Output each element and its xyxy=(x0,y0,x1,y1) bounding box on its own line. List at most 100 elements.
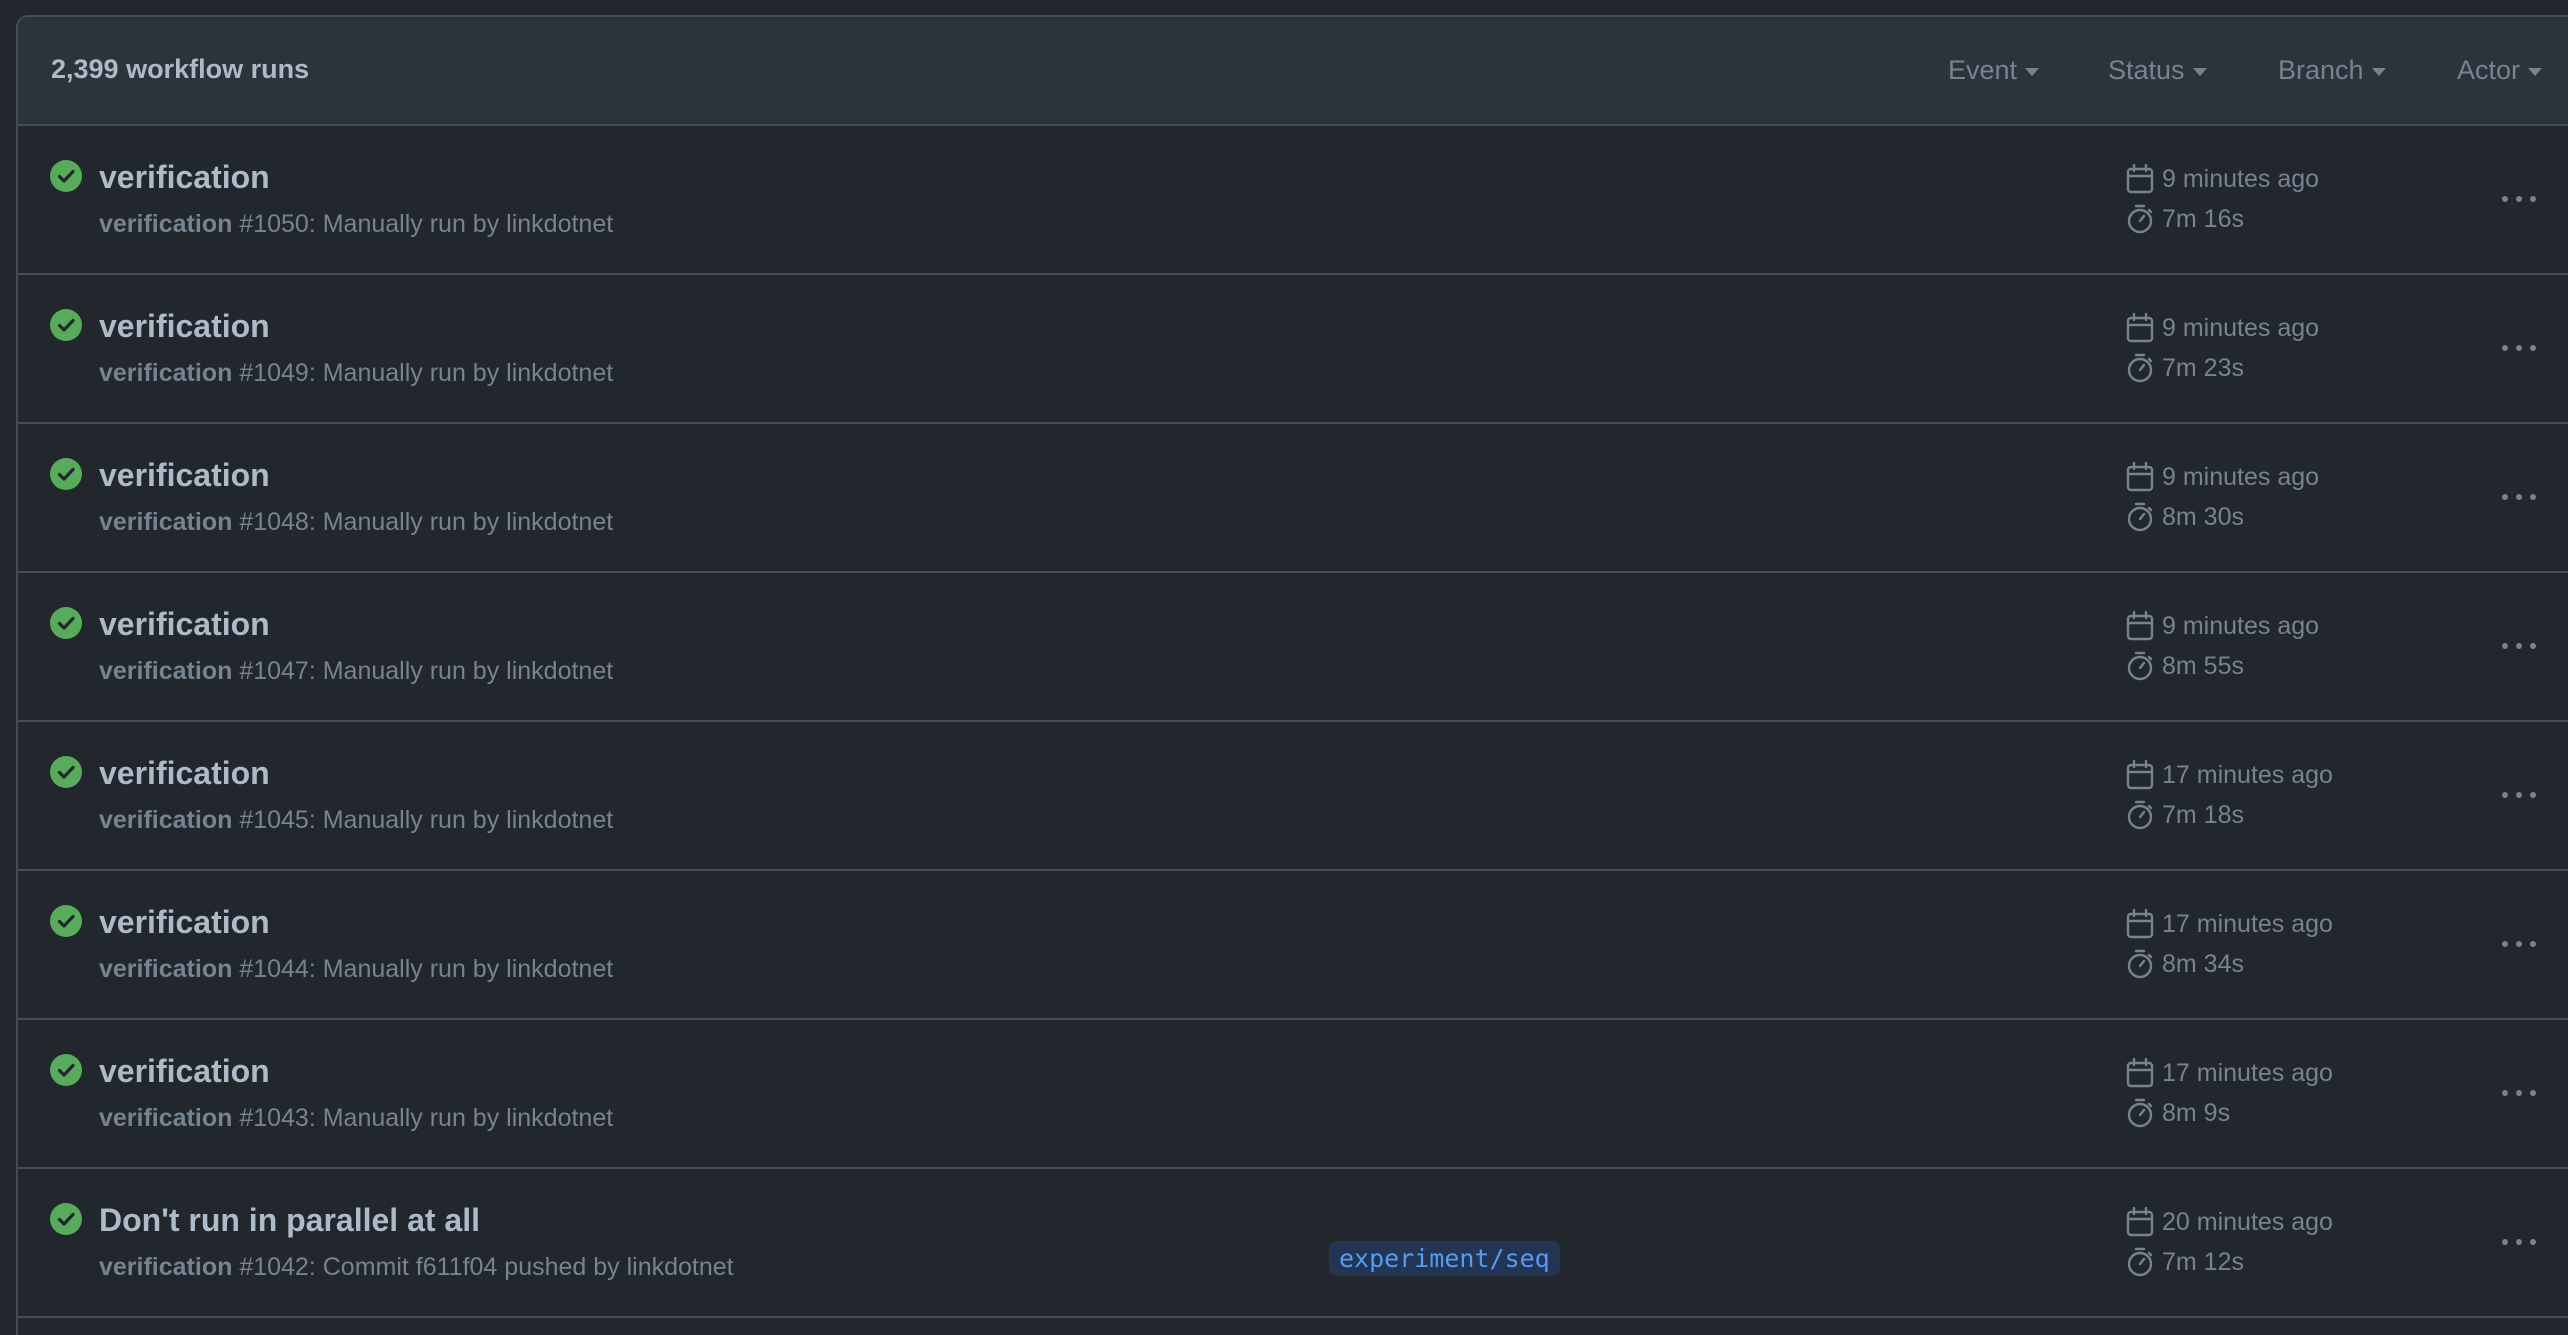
branch-filter-label: Branch xyxy=(2278,55,2364,85)
workflow-run-row[interactable]: verification verification #1048: Manuall… xyxy=(18,424,2568,573)
run-time: 17 minutes ago xyxy=(2126,760,2333,790)
caret-down-icon xyxy=(2192,67,2207,76)
run-detail: #1044: Manually run by linkdotnet xyxy=(232,955,614,983)
run-duration: 8m 30s xyxy=(2126,502,2244,532)
check-circle-icon xyxy=(50,607,82,639)
run-title[interactable]: verification xyxy=(99,457,270,494)
run-workflow-name: verification xyxy=(99,508,233,536)
stopwatch-icon xyxy=(2127,1098,2153,1128)
more-options-icon[interactable] xyxy=(2502,780,2536,810)
stopwatch-icon xyxy=(2127,502,2153,532)
run-workflow-name: verification xyxy=(99,359,233,387)
calendar-icon xyxy=(2126,760,2154,790)
run-duration: 7m 16s xyxy=(2126,204,2244,234)
workflow-run-row[interactable]: Don't run in parallel at all verificatio… xyxy=(18,1169,2568,1318)
run-time: 9 minutes ago xyxy=(2126,313,2319,343)
run-duration: 7m 18s xyxy=(2126,800,2244,830)
calendar-icon xyxy=(2126,1058,2154,1088)
more-options-icon[interactable] xyxy=(2502,184,2536,214)
status-filter[interactable]: Status xyxy=(2108,55,2207,86)
run-subtitle: verification #1045: Manually run by link… xyxy=(99,806,613,835)
workflow-runs-panel: 2,399 workflow runs Event Status Branch … xyxy=(16,15,2568,1335)
more-options-icon[interactable] xyxy=(2502,482,2536,512)
run-time-text: 17 minutes ago xyxy=(2162,1058,2333,1087)
run-duration-text: 7m 23s xyxy=(2162,353,2244,382)
run-time-text: 9 minutes ago xyxy=(2162,611,2320,640)
branch-filter[interactable]: Branch xyxy=(2278,55,2386,86)
branch-tag[interactable]: experiment/seq xyxy=(1329,1241,1560,1276)
run-workflow-name: verification xyxy=(99,657,233,685)
run-title[interactable]: verification xyxy=(99,159,270,196)
run-count: 2,399 workflow runs xyxy=(51,54,310,84)
stopwatch-icon xyxy=(2127,651,2153,681)
runs-header: 2,399 workflow runs Event Status Branch … xyxy=(18,17,2568,126)
more-options-icon[interactable] xyxy=(2502,631,2536,661)
run-duration: 8m 34s xyxy=(2126,949,2244,979)
workflow-run-row[interactable]: verification verification #1047: Manuall… xyxy=(18,573,2568,722)
workflow-run-row[interactable]: verification verification #1049: Manuall… xyxy=(18,275,2568,424)
run-title[interactable]: verification xyxy=(99,308,270,345)
run-duration-text: 8m 9s xyxy=(2162,1098,2231,1127)
workflow-run-row[interactable]: verification verification #1050: Manuall… xyxy=(18,126,2568,275)
run-time: 20 minutes ago xyxy=(2126,1207,2333,1237)
check-circle-icon xyxy=(50,309,82,341)
calendar-icon xyxy=(2126,313,2154,343)
run-detail: #1043: Manually run by linkdotnet xyxy=(232,1104,614,1132)
more-options-icon[interactable] xyxy=(2502,1078,2536,1108)
run-time: 9 minutes ago xyxy=(2126,164,2319,194)
run-time-text: 17 minutes ago xyxy=(2162,760,2333,789)
event-filter[interactable]: Event xyxy=(1948,55,2040,86)
workflow-run-row[interactable]: verification verification #1043: Manuall… xyxy=(18,1020,2568,1169)
run-detail: #1047: Manually run by linkdotnet xyxy=(232,657,614,685)
run-time-text: 9 minutes ago xyxy=(2162,164,2320,193)
run-detail: #1042: Commit f611f04 pushed by linkdotn… xyxy=(232,1253,734,1281)
stopwatch-icon xyxy=(2127,353,2153,383)
run-title[interactable]: verification xyxy=(99,755,270,792)
event-filter-label: Event xyxy=(1948,55,2018,85)
actor-filter[interactable]: Actor xyxy=(2457,55,2543,86)
workflow-run-row[interactable]: verification verification #1044: Manuall… xyxy=(18,871,2568,1020)
more-options-icon[interactable] xyxy=(2502,333,2536,363)
more-options-icon[interactable] xyxy=(2502,1227,2536,1257)
check-circle-icon xyxy=(50,458,82,490)
run-duration: 7m 12s xyxy=(2126,1247,2244,1277)
run-workflow-name: verification xyxy=(99,1253,233,1281)
check-circle-icon xyxy=(50,1203,82,1235)
run-title[interactable]: verification xyxy=(99,904,270,941)
calendar-icon xyxy=(2126,909,2154,939)
calendar-icon xyxy=(2126,164,2154,194)
run-detail: #1045: Manually run by linkdotnet xyxy=(232,806,614,834)
more-options-icon[interactable] xyxy=(2502,929,2536,959)
run-time-text: 9 minutes ago xyxy=(2162,313,2320,342)
run-title[interactable]: verification xyxy=(99,606,270,643)
run-subtitle: verification #1044: Manually run by link… xyxy=(99,955,613,984)
run-workflow-name: verification xyxy=(99,806,233,834)
stopwatch-icon xyxy=(2127,949,2153,979)
run-duration-text: 7m 18s xyxy=(2162,800,2244,829)
calendar-icon xyxy=(2126,1207,2154,1237)
run-time-text: 9 minutes ago xyxy=(2162,462,2320,491)
run-duration-text: 7m 12s xyxy=(2162,1247,2244,1276)
run-time: 9 minutes ago xyxy=(2126,611,2319,641)
run-duration: 8m 9s xyxy=(2126,1098,2230,1128)
run-title[interactable]: verification xyxy=(99,1053,270,1090)
check-circle-icon xyxy=(50,160,82,192)
run-time: 9 minutes ago xyxy=(2126,462,2319,492)
run-subtitle: verification #1048: Manually run by link… xyxy=(99,508,613,537)
run-workflow-name: verification xyxy=(99,210,233,238)
run-detail: #1048: Manually run by linkdotnet xyxy=(232,508,614,536)
workflow-run-row[interactable]: verification verification #1045: Manuall… xyxy=(18,722,2568,871)
stopwatch-icon xyxy=(2127,1247,2153,1277)
run-detail: #1049: Manually run by linkdotnet xyxy=(232,359,614,387)
run-duration: 7m 23s xyxy=(2126,353,2244,383)
run-time: 17 minutes ago xyxy=(2126,1058,2333,1088)
run-time-text: 17 minutes ago xyxy=(2162,909,2333,938)
caret-down-icon xyxy=(2025,67,2040,76)
run-detail: #1050: Manually run by linkdotnet xyxy=(232,210,614,238)
run-title[interactable]: Don't run in parallel at all xyxy=(99,1202,480,1239)
run-time: 17 minutes ago xyxy=(2126,909,2333,939)
check-circle-icon xyxy=(50,1054,82,1086)
status-filter-label: Status xyxy=(2108,55,2185,85)
caret-down-icon xyxy=(2371,67,2386,76)
runs-list: verification verification #1050: Manuall… xyxy=(18,126,2568,1318)
